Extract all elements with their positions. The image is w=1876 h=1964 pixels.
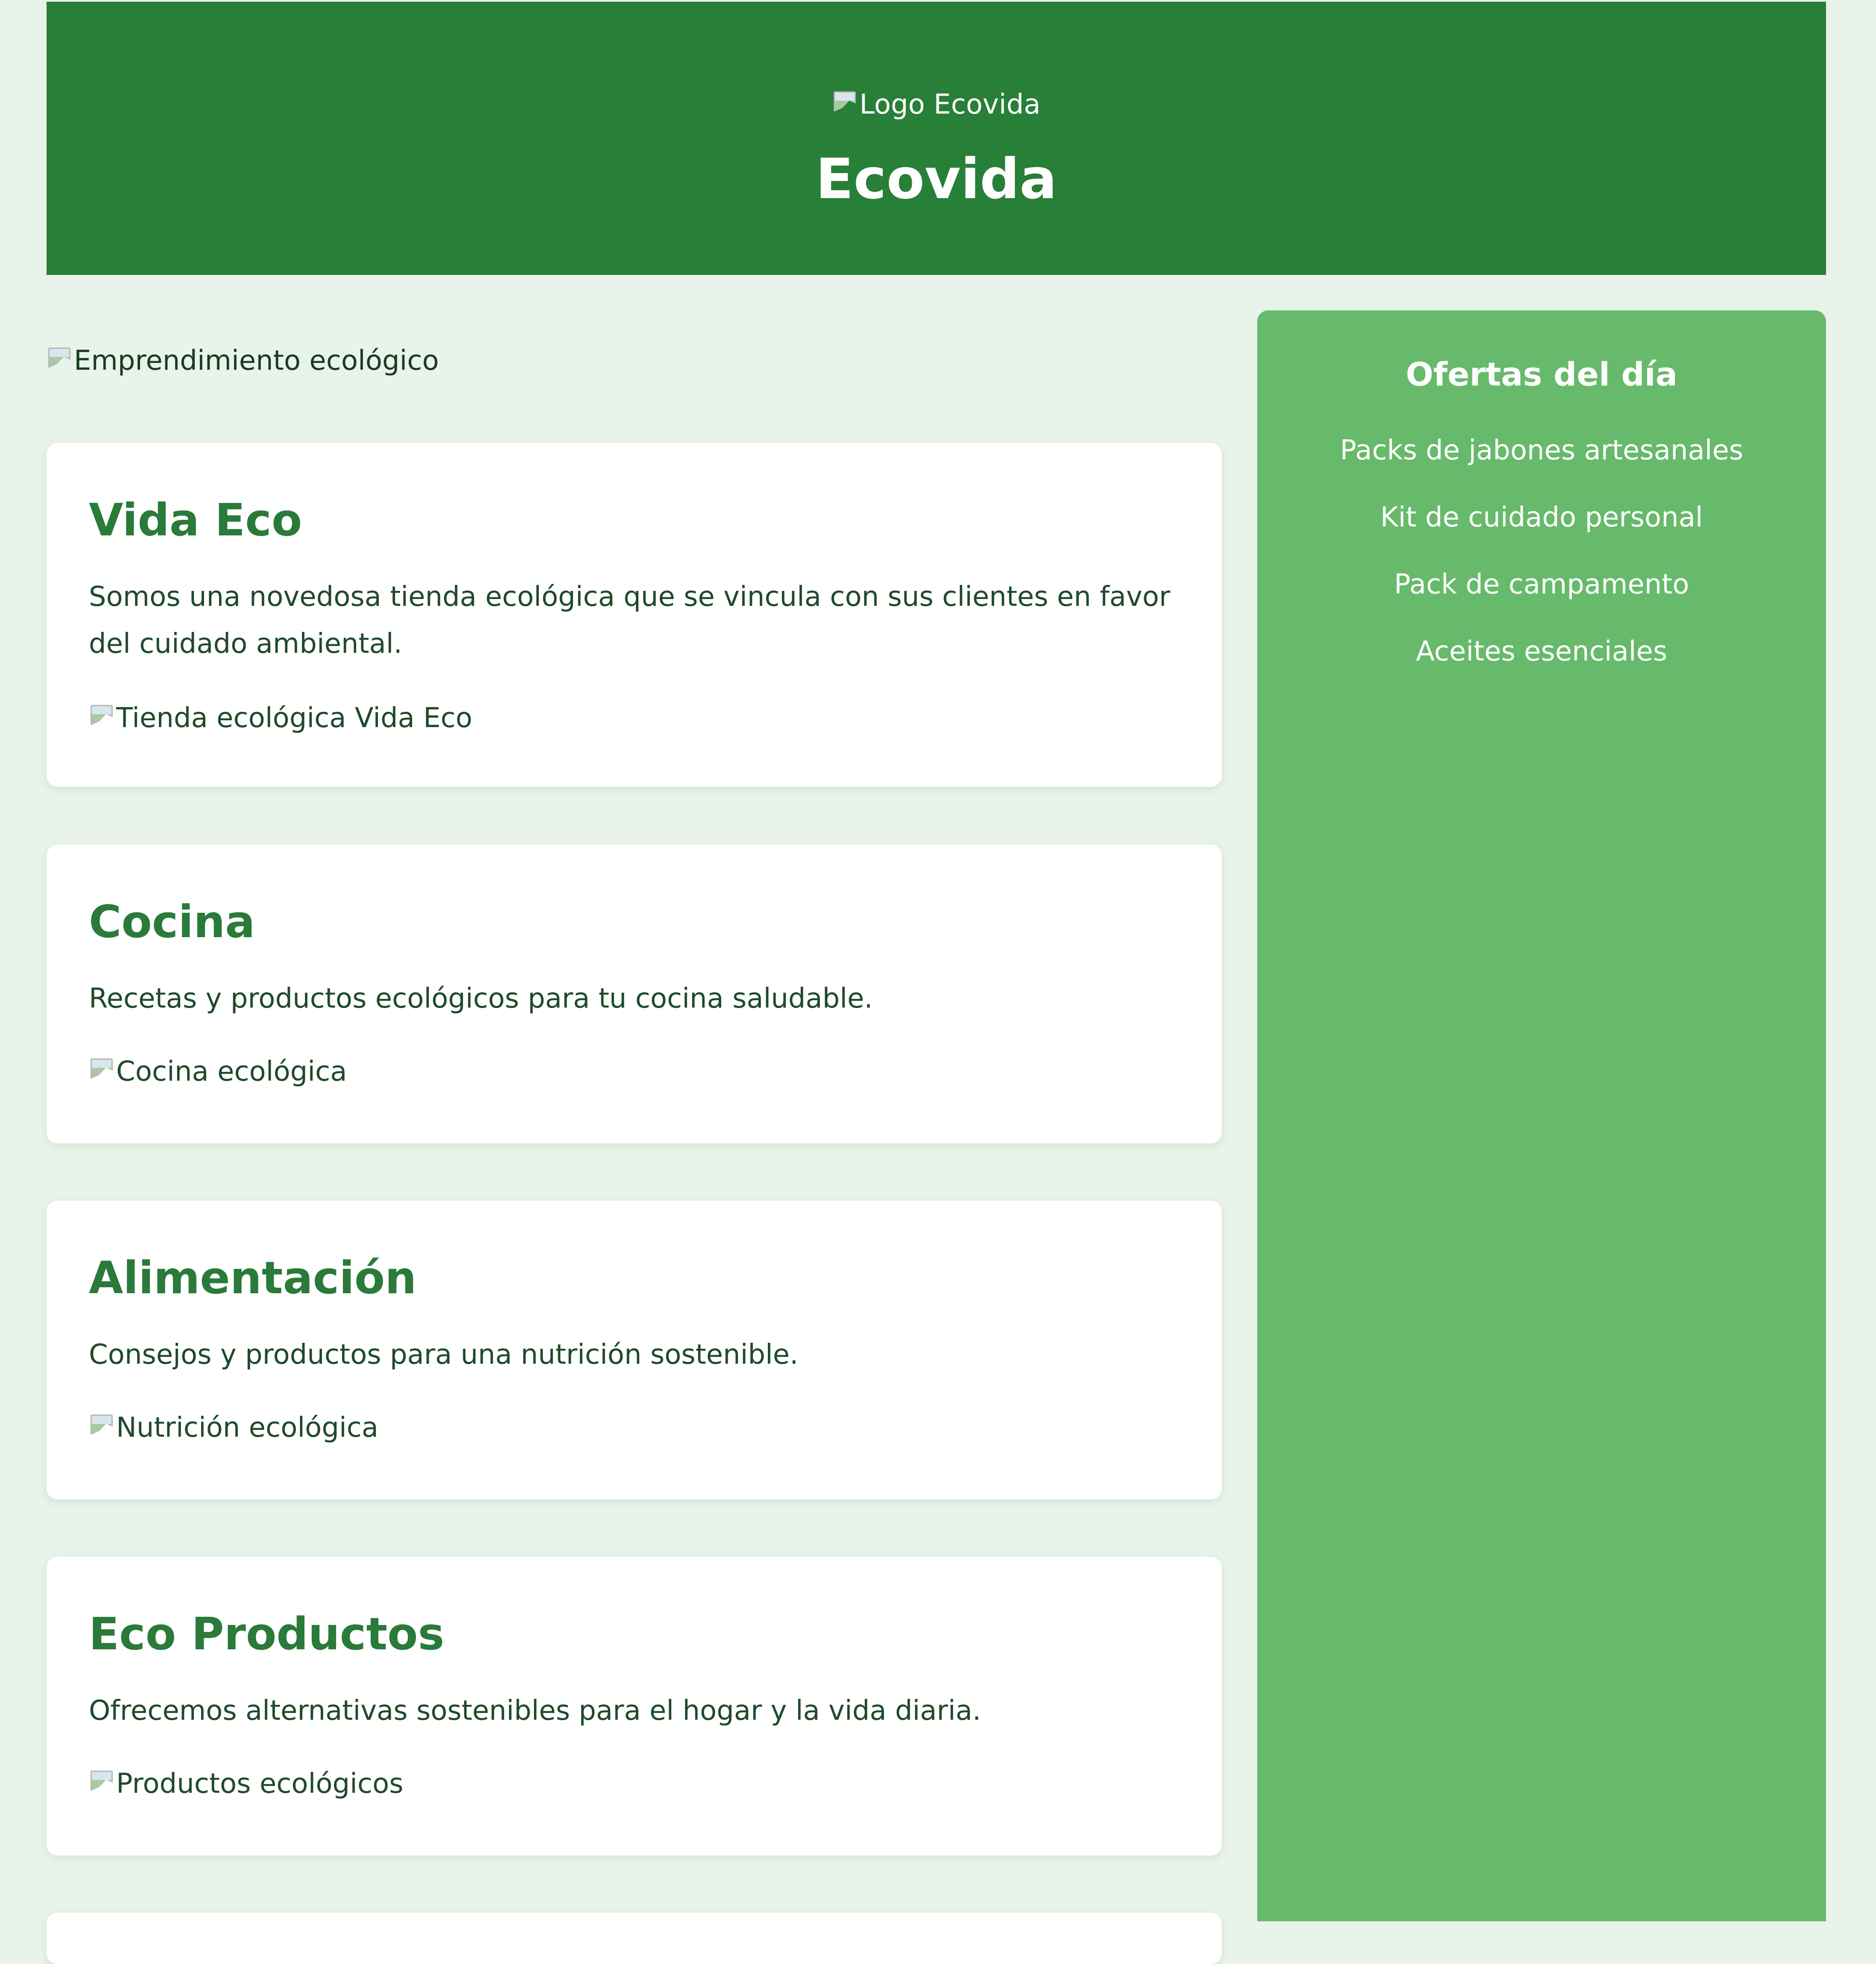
- broken-image-icon: [89, 1057, 115, 1083]
- hero-image-alt: Emprendimiento ecológico: [74, 345, 439, 377]
- logo-alt-text: Logo Ecovida: [859, 89, 1041, 120]
- card-title: Alimentación: [89, 1252, 417, 1304]
- broken-image-icon: [89, 703, 115, 730]
- offers-list: Packs de jabones artesanales Kit de cuid…: [1257, 431, 1826, 699]
- card-text: Somos una novedosa tienda ecológica que …: [89, 581, 1171, 660]
- card-image: Tienda ecológica Vida Eco: [89, 699, 472, 737]
- hero-image: Emprendimiento ecológico: [47, 342, 439, 380]
- card-text: Consejos y productos para una nutrición …: [89, 1339, 799, 1371]
- broken-image-icon: [47, 346, 73, 372]
- broken-image-icon: [89, 1769, 115, 1795]
- card-title: Eco Productos: [89, 1608, 445, 1660]
- card-text: Ofrecemos alternativas sostenibles para …: [89, 1695, 981, 1727]
- card-image-alt: Tienda ecológica Vida Eco: [116, 702, 472, 734]
- site-header: Logo Ecovida Ecovida: [47, 2, 1826, 275]
- card-image-alt: Cocina ecológica: [116, 1056, 347, 1087]
- card-alimentacion: Alimentación Consejos y productos para u…: [47, 1201, 1222, 1499]
- offers-sidebar: Ofertas del día Packs de jabones artesan…: [1257, 310, 1826, 1921]
- page: Logo Ecovida Ecovida Emprendimiento ecol…: [47, 0, 1826, 1964]
- offer-item-campamento[interactable]: Pack de campamento: [1257, 565, 1826, 632]
- broken-image-icon: [832, 90, 858, 116]
- card-image: Productos ecológicos: [89, 1765, 404, 1803]
- card-eco-productos: Eco Productos Ofrecemos alternativas sos…: [47, 1557, 1222, 1856]
- logo: Logo Ecovida: [47, 85, 1826, 124]
- card-text: Recetas y productos ecológicos para tu c…: [89, 983, 873, 1014]
- card-vida-eco: Vida Eco Somos una novedosa tienda ecoló…: [47, 443, 1222, 787]
- card-partial: [47, 1913, 1222, 1964]
- card-image-alt: Nutrición ecológica: [116, 1412, 379, 1444]
- card-image-alt: Productos ecológicos: [116, 1768, 404, 1800]
- broken-image-icon: [89, 1413, 115, 1439]
- card-cocina: Cocina Recetas y productos ecológicos pa…: [47, 845, 1222, 1143]
- card-title: Cocina: [89, 896, 255, 948]
- card-image: Cocina ecológica: [89, 1052, 347, 1091]
- card-title: Vida Eco: [89, 494, 302, 546]
- sidebar-title: Ofertas del día: [1405, 355, 1678, 393]
- offer-item-cuidado-personal[interactable]: Kit de cuidado personal: [1257, 498, 1826, 565]
- site-title: Ecovida: [815, 146, 1057, 211]
- offer-item-jabones[interactable]: Packs de jabones artesanales: [1257, 431, 1826, 498]
- card-image: Nutrición ecológica: [89, 1409, 378, 1447]
- offer-item-aceites[interactable]: Aceites esenciales: [1257, 632, 1826, 699]
